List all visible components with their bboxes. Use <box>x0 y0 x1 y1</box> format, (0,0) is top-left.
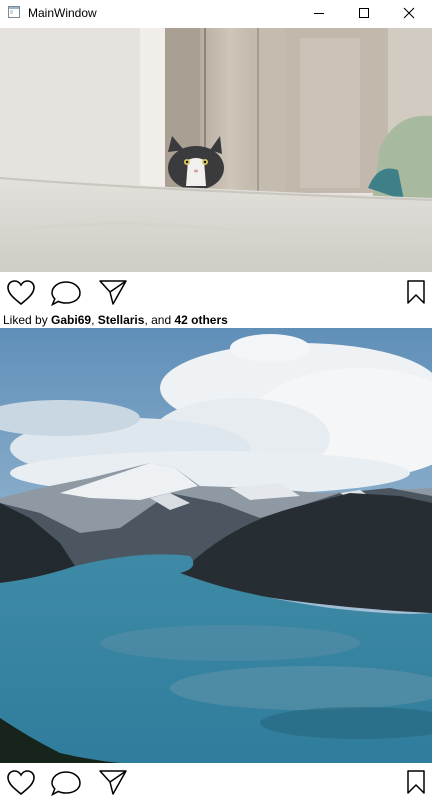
minimize-icon <box>314 13 324 14</box>
likes-prefix: Liked by <box>3 313 52 327</box>
cat-peeking-over-bed-photo <box>0 28 432 272</box>
share-icon[interactable] <box>98 768 128 796</box>
close-icon <box>403 7 415 19</box>
post-action-bar <box>0 274 432 314</box>
post-photo-lake[interactable] <box>0 328 432 763</box>
minimize-button[interactable] <box>296 0 342 26</box>
maximize-button[interactable] <box>341 0 387 26</box>
app-icon <box>8 6 20 18</box>
heart-icon[interactable] <box>6 279 36 307</box>
mountain-lake-landscape-photo <box>0 328 432 763</box>
bookmark-icon[interactable] <box>406 279 426 305</box>
likes-others-count[interactable]: 42 others <box>174 313 227 327</box>
likes-separator: , <box>91 313 98 327</box>
share-icon[interactable] <box>98 278 128 306</box>
likes-summary: Liked by Gabi69, Stellaris, and 42 other… <box>3 313 228 328</box>
window-title: MainWindow <box>28 6 97 20</box>
maximize-icon <box>359 8 369 18</box>
heart-icon[interactable] <box>6 769 36 797</box>
title-bar: MainWindow <box>0 0 432 26</box>
likes-separator: , and <box>144 313 175 327</box>
comment-icon[interactable] <box>50 769 82 797</box>
bookmark-icon[interactable] <box>406 769 426 795</box>
post-photo-cat[interactable] <box>0 28 432 272</box>
comment-icon[interactable] <box>50 279 82 307</box>
close-button[interactable] <box>386 0 432 26</box>
liker-username[interactable]: Stellaris <box>98 313 145 327</box>
post-action-bar <box>0 764 432 804</box>
liker-username[interactable]: Gabi69 <box>51 313 91 327</box>
